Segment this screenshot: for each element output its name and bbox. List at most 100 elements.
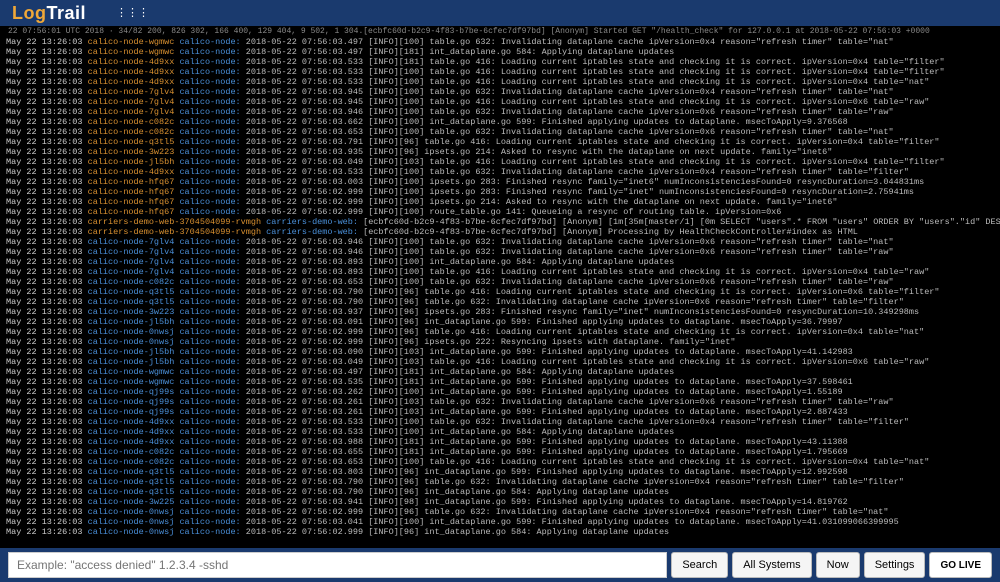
log-line[interactable]: May 22 13:26:03 calico-node-hfq67 calico… [6, 177, 994, 187]
log-timestamp: May 22 13:26:03 [6, 407, 83, 417]
log-message: 2018-05-22 07:56:03.533 [INFO][100] tabl… [246, 77, 930, 87]
log-timestamp: May 22 13:26:03 [6, 77, 83, 87]
log-node: calico-node-hfq67 [88, 197, 175, 207]
log-message: 2018-05-22 07:56:03.497 [INFO][181] int_… [246, 367, 674, 377]
log-message: 2018-05-22 07:56:03.945 [INFO][100] tabl… [246, 87, 894, 97]
log-timestamp: May 22 13:26:03 [6, 177, 83, 187]
log-message: 2018-05-22 07:56:03.653 [INFO][100] tabl… [246, 127, 894, 137]
log-message: 2018-05-22 07:56:03.533 [INFO][181] tabl… [246, 57, 945, 67]
log-node: calico-node-qj99s [88, 397, 175, 407]
log-line[interactable]: May 22 13:26:03 calico-node-7glv4 calico… [6, 97, 994, 107]
log-message: 2018-05-22 07:56:03.937 [INFO][96] ipset… [246, 307, 919, 317]
log-line[interactable]: May 22 13:26:03 calico-node-0nwsj calico… [6, 517, 994, 527]
log-line[interactable]: May 22 13:26:03 calico-node-7glv4 calico… [6, 257, 994, 267]
log-line[interactable]: May 22 13:26:03 calico-node-4d9xx calico… [6, 77, 994, 87]
log-process: calico-node: [179, 417, 240, 427]
log-message: 2018-05-22 07:56:03.946 [INFO][100] tabl… [246, 107, 894, 117]
log-timestamp: May 22 13:26:03 [6, 197, 83, 207]
log-line[interactable]: May 22 13:26:03 calico-node-q3tl5 calico… [6, 477, 994, 487]
log-line[interactable]: May 22 13:26:03 calico-node-jl5bh calico… [6, 317, 994, 327]
log-node: calico-node-4d9xx [88, 57, 175, 67]
log-line[interactable]: May 22 13:26:03 calico-node-wgmwc calico… [6, 367, 994, 377]
search-input[interactable] [8, 552, 667, 578]
go-live-button[interactable]: GO LIVE [929, 552, 992, 578]
log-node: calico-node-q3tl5 [88, 297, 175, 307]
log-line[interactable]: May 22 13:26:03 calico-node-c082c calico… [6, 447, 994, 457]
log-line[interactable]: May 22 13:26:03 calico-node-q3tl5 calico… [6, 467, 994, 477]
log-timestamp: May 22 13:26:03 [6, 257, 83, 267]
log-timestamp: May 22 13:26:03 [6, 287, 83, 297]
log-line[interactable]: May 22 13:26:03 calico-node-7glv4 calico… [6, 87, 994, 97]
log-line[interactable]: May 22 13:26:03 calico-node-0nwsj calico… [6, 337, 994, 347]
log-process: calico-node: [179, 347, 240, 357]
log-process: calico-node: [179, 277, 240, 287]
log-line[interactable]: May 22 13:26:03 calico-node-jl5bh calico… [6, 347, 994, 357]
log-process: calico-node: [179, 377, 240, 387]
log-line[interactable]: May 22 13:26:03 calico-node-4d9xx calico… [6, 167, 994, 177]
log-message: 2018-05-22 07:56:03.262 [INFO][100] int_… [246, 387, 843, 397]
log-line[interactable]: May 22 13:26:03 calico-node-hfq67 calico… [6, 207, 994, 217]
footer-bar: Search All Systems Now Settings GO LIVE [0, 548, 1000, 582]
log-timestamp: May 22 13:26:03 [6, 127, 83, 137]
log-message: 2018-05-22 07:56:02.999 [INFO][100] rout… [246, 207, 782, 217]
log-process: calico-node: [179, 437, 240, 447]
log-process: calico-node: [179, 477, 240, 487]
log-line[interactable]: May 22 13:26:03 calico-node-q3tl5 calico… [6, 287, 994, 297]
log-node: calico-node-7glv4 [88, 257, 175, 267]
log-line[interactable]: May 22 13:26:03 calico-node-4d9xx calico… [6, 57, 994, 67]
log-line[interactable]: May 22 13:26:03 calico-node-7glv4 calico… [6, 267, 994, 277]
log-line[interactable]: May 22 13:26:03 calico-node-3w223 calico… [6, 147, 994, 157]
log-process: calico-node: [179, 327, 240, 337]
log-line[interactable]: May 22 13:26:03 calico-node-wgmwc calico… [6, 47, 994, 57]
log-line[interactable]: May 22 13:26:03 calico-node-hfq67 calico… [6, 197, 994, 207]
log-line[interactable]: May 22 13:26:03 carriers-demo-web-370450… [6, 217, 994, 227]
menu-icon[interactable]: ⋮⋮⋮ [116, 6, 149, 20]
log-message: 2018-05-22 07:56:03.790 [INFO][96] table… [246, 297, 904, 307]
log-message: 2018-05-22 07:56:02.999 [INFO][100] ipse… [246, 197, 838, 207]
log-line[interactable]: May 22 13:26:03 calico-node-7glv4 calico… [6, 237, 994, 247]
all-systems-button[interactable]: All Systems [732, 552, 811, 578]
search-button[interactable]: Search [671, 552, 728, 578]
log-message: 2018-05-22 07:56:03.049 [INFO][103] tabl… [246, 157, 945, 167]
log-line[interactable]: May 22 13:26:03 calico-node-c082c calico… [6, 117, 994, 127]
log-line[interactable]: May 22 13:26:03 calico-node-4d9xx calico… [6, 437, 994, 447]
now-button[interactable]: Now [816, 552, 860, 578]
log-line[interactable]: May 22 13:26:03 calico-node-4d9xx calico… [6, 427, 994, 437]
log-line[interactable]: May 22 13:26:03 calico-node-c082c calico… [6, 277, 994, 287]
log-line[interactable]: May 22 13:26:03 calico-node-0nwsj calico… [6, 507, 994, 517]
log-node: carriers-demo-web-3704504099-rvmgh [88, 227, 261, 237]
log-line[interactable]: May 22 13:26:03 calico-node-jl5bh calico… [6, 157, 994, 167]
log-line[interactable]: May 22 13:26:03 calico-node-jl5bh calico… [6, 357, 994, 367]
log-node: calico-node-q3tl5 [88, 137, 175, 147]
log-line[interactable]: May 22 13:26:03 calico-node-0nwsj calico… [6, 327, 994, 337]
log-line[interactable]: May 22 13:26:03 calico-node-c082c calico… [6, 127, 994, 137]
log-line[interactable]: May 22 13:26:03 calico-node-qj99s calico… [6, 407, 994, 417]
log-line[interactable]: May 22 13:26:03 calico-node-hfq67 calico… [6, 187, 994, 197]
log-line[interactable]: May 22 13:26:03 calico-node-q3tl5 calico… [6, 487, 994, 497]
log-line[interactable]: May 22 13:26:03 calico-node-wgmwc calico… [6, 37, 994, 47]
log-line[interactable]: May 22 13:26:03 calico-node-3w225 calico… [6, 497, 994, 507]
log-timestamp: May 22 13:26:03 [6, 327, 83, 337]
log-line[interactable]: May 22 13:26:03 calico-node-3w223 calico… [6, 307, 994, 317]
log-timestamp: May 22 13:26:03 [6, 227, 83, 237]
log-node: calico-node-wgmwc [88, 377, 175, 387]
settings-button[interactable]: Settings [864, 552, 926, 578]
log-message: 2018-05-22 07:56:03.893 [INFO][100] int_… [246, 257, 674, 267]
log-line[interactable]: May 22 13:26:03 calico-node-q3tl5 calico… [6, 137, 994, 147]
log-timestamp: May 22 13:26:03 [6, 247, 83, 257]
log-line[interactable]: May 22 13:26:03 calico-node-qj99s calico… [6, 387, 994, 397]
log-line[interactable]: May 22 13:26:03 calico-node-4d9xx calico… [6, 417, 994, 427]
log-message: 2018-05-22 07:56:03.041 [INFO][100] int_… [246, 517, 899, 527]
log-line[interactable]: May 22 13:26:03 calico-node-4d9xx calico… [6, 67, 994, 77]
log-timestamp: May 22 13:26:03 [6, 157, 83, 167]
log-line[interactable]: May 22 13:26:03 calico-node-7glv4 calico… [6, 107, 994, 117]
log-line[interactable]: May 22 13:26:03 calico-node-0nwsj calico… [6, 527, 994, 537]
log-line[interactable]: May 22 13:26:03 carriers-demo-web-370450… [6, 227, 994, 237]
log-line[interactable]: May 22 13:26:03 calico-node-qj99s calico… [6, 397, 994, 407]
log-line[interactable]: May 22 13:26:03 calico-node-7glv4 calico… [6, 247, 994, 257]
log-line[interactable]: May 22 13:26:03 calico-node-wgmwc calico… [6, 377, 994, 387]
log-process: calico-node: [179, 207, 240, 217]
log-line[interactable]: May 22 13:26:03 calico-node-q3tl5 calico… [6, 297, 994, 307]
log-line[interactable]: May 22 13:26:03 calico-node-c082c calico… [6, 457, 994, 467]
log-timestamp: May 22 13:26:03 [6, 147, 83, 157]
